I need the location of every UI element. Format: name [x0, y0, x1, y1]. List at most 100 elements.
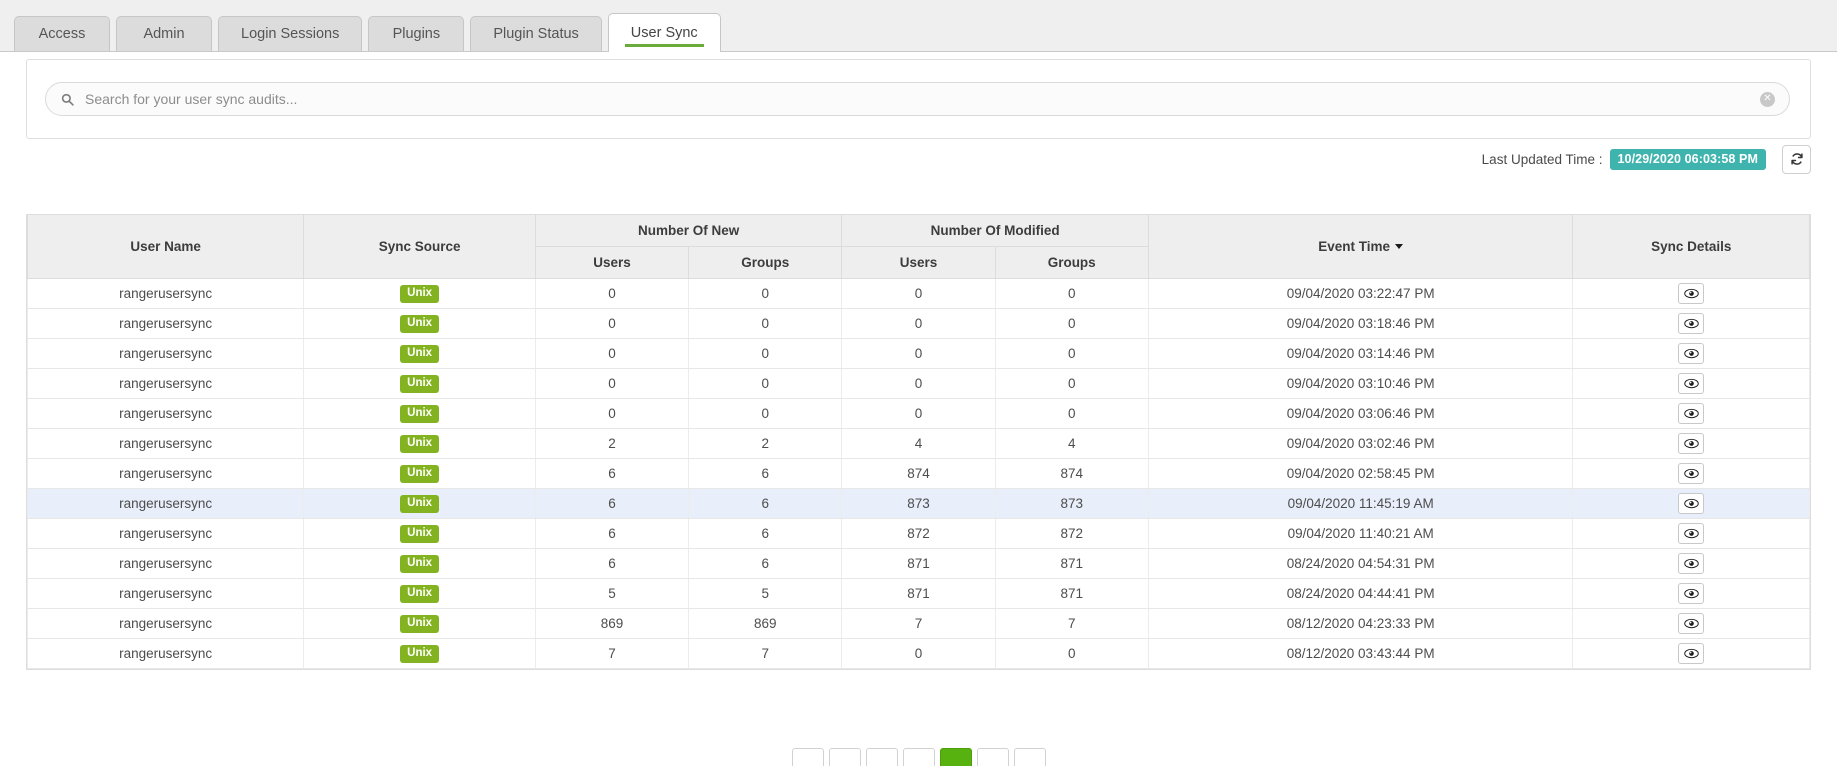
- cell-event-time: 09/04/2020 03:06:46 PM: [1147, 398, 1574, 429]
- cell-user-name: rangerusersync: [26, 488, 305, 519]
- cell-sync-details: [1572, 488, 1810, 519]
- cell-new-users: 0: [534, 278, 690, 309]
- cell-modified-groups: 0: [994, 398, 1149, 429]
- cell-user-name: rangerusersync: [26, 518, 305, 549]
- cell-sync-source: Unix: [303, 548, 536, 579]
- cell-new-users: 7: [534, 638, 690, 669]
- cell-user-name: rangerusersync: [26, 428, 305, 459]
- cell-new-groups: 0: [688, 338, 843, 369]
- cell-sync-details: [1572, 458, 1810, 489]
- table-row[interactable]: rangerusersync Unix 6 6 871 871 08/24/2020 04:…: [26, 548, 1810, 579]
- table-row[interactable]: rangerusersync Unix 0 0 0 0 09/04/2020 03:18:4…: [26, 308, 1810, 339]
- table-row[interactable]: rangerusersync Unix 6 6 874 874 09/04/2020 02:…: [26, 458, 1810, 489]
- table-head: User Name Sync Source Number Of New Numb…: [26, 215, 1810, 279]
- cell-new-groups: 6: [688, 548, 843, 579]
- eye-icon: [1683, 318, 1699, 329]
- sync-details-button[interactable]: [1678, 613, 1705, 634]
- sync-details-button[interactable]: [1678, 523, 1705, 544]
- sync-details-button[interactable]: [1678, 553, 1705, 574]
- pagination-page[interactable]: [828, 748, 861, 766]
- cell-event-time: 08/24/2020 04:54:31 PM: [1147, 548, 1574, 579]
- pagination-page[interactable]: [1013, 748, 1046, 766]
- sync-details-button[interactable]: [1678, 343, 1705, 364]
- sync-details-button[interactable]: [1678, 283, 1705, 304]
- cell-modified-groups: 0: [994, 338, 1149, 369]
- sync-details-button[interactable]: [1678, 313, 1705, 334]
- cell-sync-source: Unix: [303, 308, 536, 339]
- table-row[interactable]: rangerusersync Unix 7 7 0 0 08/12/2020 03:43:4…: [26, 638, 1810, 669]
- cell-event-time: 08/12/2020 03:43:44 PM: [1147, 638, 1574, 669]
- eye-icon: [1683, 498, 1699, 509]
- cell-modified-groups: 872: [994, 518, 1149, 549]
- table-row[interactable]: rangerusersync Unix 0 0 0 0 09/04/2020 03:06:4…: [26, 398, 1810, 429]
- table-row[interactable]: rangerusersync Unix 869 869 7 7 08/12/2020 04:…: [26, 608, 1810, 639]
- sync-source-badge: Unix: [400, 494, 440, 514]
- cell-sync-details: [1572, 548, 1810, 579]
- cell-new-users: 0: [534, 338, 690, 369]
- tab-user-sync[interactable]: User Sync: [607, 13, 721, 52]
- sync-details-button[interactable]: [1678, 373, 1705, 394]
- table-row[interactable]: rangerusersync Unix 5 5 871 871 08/24/2020 04:…: [26, 578, 1810, 609]
- table-row[interactable]: rangerusersync Unix 6 6 873 873 09/04/2020 11:…: [26, 488, 1810, 519]
- cell-sync-details: [1572, 368, 1810, 399]
- cell-user-name: rangerusersync: [26, 398, 305, 429]
- cell-new-groups: 7: [688, 638, 843, 669]
- table-row[interactable]: rangerusersync Unix 2 2 4 4 09/04/2020 03:02:4…: [26, 428, 1810, 459]
- sync-details-button[interactable]: [1678, 643, 1705, 664]
- cell-event-time: 09/04/2020 03:22:47 PM: [1147, 278, 1574, 309]
- table-row[interactable]: rangerusersync Unix 0 0 0 0 09/04/2020 03:22:4…: [26, 278, 1810, 309]
- clear-search-icon[interactable]: ✕: [1760, 91, 1775, 107]
- col-modified-users[interactable]: Users: [841, 246, 996, 279]
- cell-sync-details: [1572, 338, 1810, 369]
- sync-source-badge: Unix: [400, 404, 440, 424]
- eye-icon: [1683, 288, 1699, 299]
- eye-icon: [1683, 468, 1699, 479]
- pagination-page[interactable]: [791, 748, 824, 766]
- sync-details-button[interactable]: [1678, 493, 1705, 514]
- tab-access[interactable]: Access: [14, 16, 110, 51]
- sync-details-button[interactable]: [1678, 463, 1705, 484]
- eye-icon: [1683, 438, 1699, 449]
- tab-admin[interactable]: Admin: [116, 16, 212, 51]
- eye-icon: [1683, 558, 1699, 569]
- table-row[interactable]: rangerusersync Unix 0 0 0 0 09/04/2020 03:14:4…: [26, 338, 1810, 369]
- tab-login-sessions[interactable]: Login Sessions: [218, 16, 363, 51]
- pagination-page[interactable]: [902, 748, 935, 766]
- table-row[interactable]: rangerusersync Unix 0 0 0 0 09/04/2020 03:10:4…: [26, 368, 1810, 399]
- col-event-time[interactable]: Event Time: [1147, 215, 1574, 279]
- search-box[interactable]: ✕: [45, 82, 1790, 116]
- cell-new-groups: 6: [688, 488, 843, 519]
- sync-details-button[interactable]: [1678, 583, 1705, 604]
- cell-event-time: 09/04/2020 11:45:19 AM: [1147, 488, 1574, 519]
- cell-new-groups: 0: [688, 368, 843, 399]
- cell-new-users: 5: [534, 578, 690, 609]
- table-body: rangerusersync Unix 0 0 0 0 09/04/2020 03:22:4…: [26, 278, 1810, 669]
- cell-new-groups: 6: [688, 518, 843, 549]
- pagination-page[interactable]: [976, 748, 1009, 766]
- tab-list: Access Admin Login Sessions Plugins Plugin S…: [14, 13, 721, 52]
- col-new-users[interactable]: Users: [534, 246, 690, 279]
- cell-modified-users: 7: [841, 608, 996, 639]
- cell-new-groups: 869: [688, 608, 843, 639]
- col-new-groups[interactable]: Groups: [688, 246, 843, 279]
- col-sync-source[interactable]: Sync Source: [303, 215, 536, 279]
- last-updated-row: Last Updated Time : 10/29/2020 06:03:58 …: [1482, 144, 1811, 174]
- pagination-page[interactable]: [865, 748, 898, 766]
- cell-sync-source: Unix: [303, 368, 536, 399]
- col-modified-groups[interactable]: Groups: [994, 246, 1149, 279]
- cell-modified-groups: 0: [994, 368, 1149, 399]
- pagination-page-active[interactable]: [939, 748, 972, 766]
- table-row[interactable]: rangerusersync Unix 6 6 872 872 09/04/2020 11:…: [26, 518, 1810, 549]
- sync-details-button[interactable]: [1678, 403, 1705, 424]
- tab-plugin-status[interactable]: Plugin Status: [470, 16, 602, 51]
- sync-source-badge: Unix: [400, 644, 440, 664]
- sync-details-button[interactable]: [1678, 433, 1705, 454]
- sync-source-badge: Unix: [400, 434, 440, 454]
- refresh-button[interactable]: [1782, 144, 1811, 174]
- eye-icon: [1683, 348, 1699, 359]
- cell-event-time: 09/04/2020 11:40:21 AM: [1147, 518, 1574, 549]
- search-input[interactable]: [83, 84, 1760, 114]
- col-user-name[interactable]: User Name: [26, 215, 305, 279]
- tab-plugins[interactable]: Plugins: [368, 16, 465, 51]
- cell-user-name: rangerusersync: [26, 278, 305, 309]
